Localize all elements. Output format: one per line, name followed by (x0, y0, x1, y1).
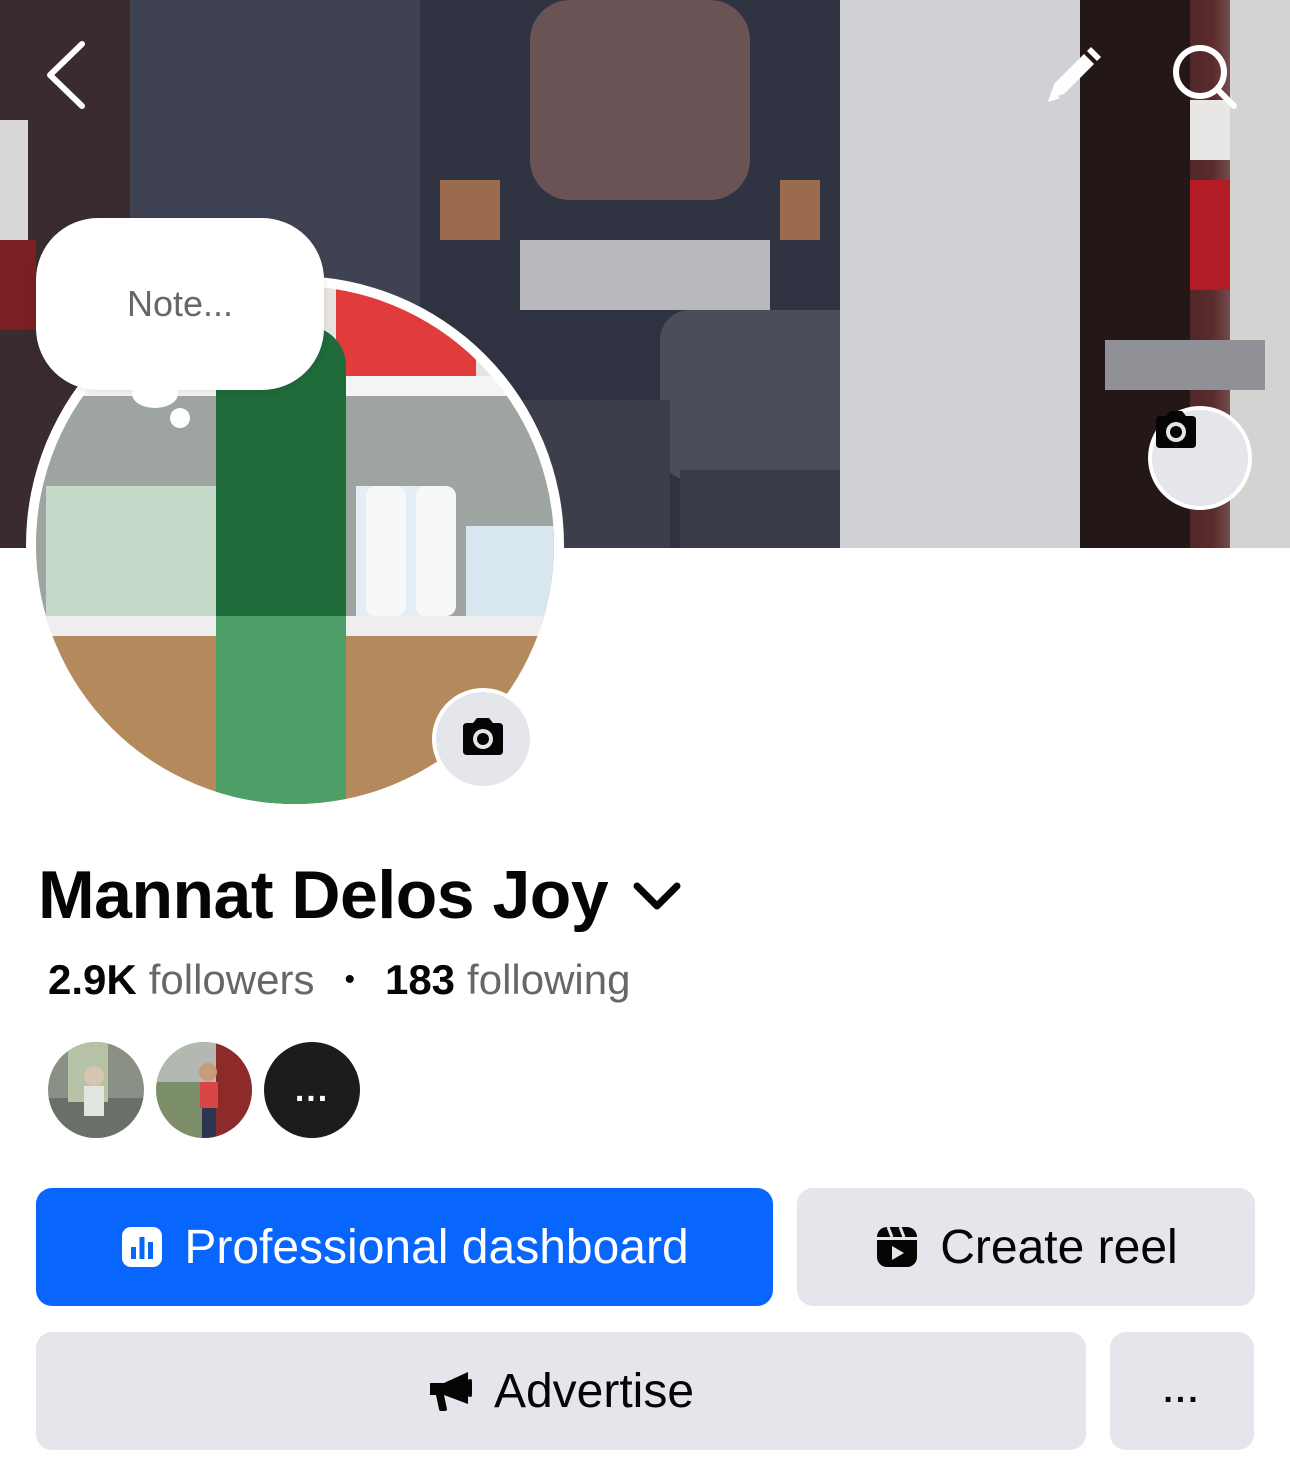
more-options-label: ... (1163, 1371, 1201, 1410)
note-bubble-tail-dot (170, 408, 190, 428)
stats-separator: • (344, 963, 355, 996)
dashboard-icon (120, 1225, 164, 1269)
create-reel-label: Create reel (940, 1220, 1178, 1274)
following-count: 183 (384, 956, 456, 1003)
followers-label: followers (148, 956, 315, 1003)
followers-count: 2.9K (48, 956, 137, 1003)
professional-dashboard-button[interactable]: Professional dashboard (36, 1188, 773, 1306)
note-bubble[interactable]: Note... (36, 218, 324, 390)
search-icon[interactable] (1168, 40, 1244, 114)
friend-avatar[interactable] (156, 1042, 252, 1138)
create-reel-button[interactable]: Create reel (797, 1188, 1255, 1306)
profile-camera-button[interactable] (432, 688, 534, 790)
friends-more-label: ... (294, 1070, 330, 1109)
friend-avatar[interactable] (48, 1042, 144, 1138)
following-link[interactable]: 183 following (385, 952, 631, 1008)
advertise-label: Advertise (493, 1364, 695, 1418)
professional-dashboard-label: Professional dashboard (184, 1220, 689, 1274)
note-placeholder: Note... (126, 283, 234, 324)
pencil-icon[interactable] (1040, 44, 1110, 110)
followers-link[interactable]: 2.9K followers (48, 952, 314, 1008)
note-bubble-tail (132, 380, 178, 408)
profile-name-switcher[interactable]: Mannat Delos Joy (38, 852, 682, 938)
camera-icon (459, 717, 507, 762)
friends-more-button[interactable]: ... (264, 1042, 360, 1138)
megaphone-icon (428, 1369, 474, 1413)
profile-name: Mannat Delos Joy (38, 857, 609, 933)
follow-stats: 2.9K followers • 183 following (48, 952, 630, 1008)
following-label: following (467, 956, 631, 1003)
reel-icon (874, 1224, 920, 1270)
more-options-button[interactable]: ... (1110, 1332, 1254, 1450)
cover-camera-button[interactable] (1148, 406, 1252, 510)
advertise-button[interactable]: Advertise (36, 1332, 1086, 1450)
back-arrow-icon[interactable] (44, 40, 104, 114)
chevron-down-icon (632, 880, 682, 917)
